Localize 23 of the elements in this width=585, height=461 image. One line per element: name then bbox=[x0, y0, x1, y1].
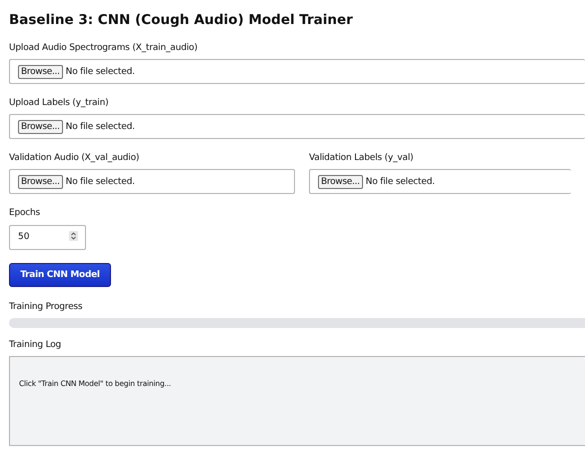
file-status-text: No file selected. bbox=[66, 122, 135, 132]
browse-button[interactable]: Browse... bbox=[18, 120, 63, 134]
browse-button[interactable]: Browse... bbox=[18, 64, 63, 78]
field-label: Validation Labels (y_val) bbox=[309, 153, 414, 163]
field-label: Upload Audio Spectrograms (X_train_audio) bbox=[9, 43, 198, 53]
browse-button[interactable]: Browse... bbox=[318, 174, 363, 188]
spinner-icon[interactable] bbox=[69, 231, 78, 241]
epochs-field[interactable]: 50 bbox=[9, 224, 86, 250]
upload-field[interactable]: Browse... No file selected. bbox=[9, 59, 585, 84]
upload-field[interactable]: Browse... No file selected. bbox=[9, 169, 295, 194]
upload-field[interactable]: Browse... No file selected. bbox=[309, 169, 571, 194]
field-label: Training Log bbox=[9, 340, 62, 350]
field-label: Epochs bbox=[9, 208, 40, 218]
field-label: Validation Audio (X_val_audio) bbox=[9, 153, 140, 163]
file-status-text: No file selected. bbox=[66, 66, 135, 76]
file-status-text: No file selected. bbox=[366, 176, 435, 186]
field-label: Upload Labels (y_train) bbox=[9, 98, 108, 108]
browse-button[interactable]: Browse... bbox=[18, 174, 63, 188]
field-label: Training Progress bbox=[9, 302, 82, 312]
page-title: Baseline 3: CNN (Cough Audio) Model Trainer bbox=[9, 12, 354, 28]
upload-field[interactable]: Browse... No file selected. bbox=[9, 114, 585, 139]
train-button[interactable]: Train CNN Model bbox=[9, 263, 111, 287]
file-status-text: No file selected. bbox=[66, 176, 135, 186]
